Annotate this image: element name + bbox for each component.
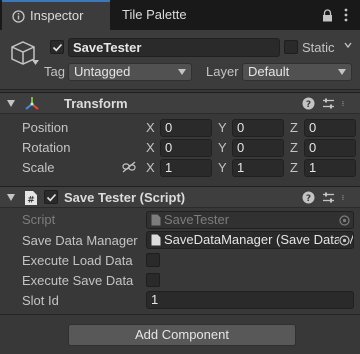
info-icon xyxy=(12,10,25,23)
object-picker-icon xyxy=(339,215,350,226)
script-file-icon xyxy=(151,234,161,246)
position-z-label[interactable]: Z xyxy=(290,120,298,135)
transform-icon xyxy=(25,97,39,110)
rotation-y-label[interactable]: Y xyxy=(218,140,227,155)
slot-id-label: Slot Id xyxy=(22,293,59,308)
scale-x-label[interactable]: X xyxy=(146,160,155,175)
execute-save-label: Execute Save Data xyxy=(22,273,134,288)
execute-save-checkbox[interactable] xyxy=(146,273,160,287)
tab-inspector[interactable]: Inspector xyxy=(2,0,110,30)
script-label: Script xyxy=(22,212,56,227)
object-picker-icon[interactable] xyxy=(339,235,350,246)
presets-icon[interactable] xyxy=(322,97,335,110)
slot-id-field[interactable]: 1 xyxy=(146,291,354,309)
presets-icon[interactable] xyxy=(322,191,335,204)
position-label: Position xyxy=(22,120,69,135)
scale-label: Scale xyxy=(22,160,55,175)
help-icon[interactable]: ? xyxy=(302,97,315,110)
tag-dropdown[interactable]: Untagged xyxy=(68,63,192,81)
help-icon[interactable]: ? xyxy=(302,191,315,204)
scale-y-label[interactable]: Y xyxy=(218,160,227,175)
scale-z-field[interactable]: 1 xyxy=(304,159,356,177)
script-file-icon xyxy=(151,214,161,226)
scale-y-field[interactable]: 1 xyxy=(232,159,284,177)
gameobject-name-field[interactable]: SaveTester xyxy=(68,38,280,57)
execute-load-checkbox[interactable] xyxy=(146,253,160,267)
position-y-label[interactable]: Y xyxy=(218,120,227,135)
transform-header[interactable]: Transform ? xyxy=(0,92,360,114)
save-data-manager-label: Save Data Manager xyxy=(22,233,138,248)
position-z-field[interactable]: 0 xyxy=(304,119,356,137)
more-options-icon[interactable] xyxy=(342,191,347,204)
script-field: SaveTester xyxy=(146,211,354,229)
foldout-arrow-icon[interactable] xyxy=(7,100,15,107)
active-checkbox[interactable] xyxy=(50,40,64,54)
svg-text:?: ? xyxy=(306,194,311,204)
save-data-manager-field[interactable]: SaveDataManager (Save Data M xyxy=(146,231,354,249)
svg-text:#: # xyxy=(27,196,35,206)
add-component-button[interactable]: Add Component xyxy=(68,324,296,346)
tab-inspector-label: Inspector xyxy=(30,8,84,23)
tab-tile-palette-label: Tile Palette xyxy=(122,7,187,22)
position-x-field[interactable]: 0 xyxy=(160,119,212,137)
scale-z-label[interactable]: Z xyxy=(290,160,298,175)
csharp-script-icon: # xyxy=(25,191,37,206)
save-data-manager-value: SaveDataManager (Save Data M xyxy=(164,232,354,247)
lock-icon[interactable] xyxy=(322,9,333,22)
chevron-down-icon xyxy=(178,69,186,75)
static-checkbox[interactable] xyxy=(284,40,298,54)
execute-load-label: Execute Load Data xyxy=(22,253,133,268)
gameobject-header: SaveTester Static Tag Untagged Layer Def… xyxy=(0,30,360,90)
rotation-x-label[interactable]: X xyxy=(146,140,155,155)
layer-dropdown[interactable]: Default xyxy=(242,63,352,81)
rotation-label: Rotation xyxy=(22,140,71,155)
more-options-icon[interactable] xyxy=(344,8,348,22)
svg-text:?: ? xyxy=(306,100,311,110)
position-y-field[interactable]: 0 xyxy=(232,119,284,137)
chevron-down-icon xyxy=(338,69,346,75)
more-options-icon[interactable] xyxy=(342,97,347,110)
tab-bar: Inspector Tile Palette xyxy=(0,0,360,30)
scale-x-field[interactable]: 1 xyxy=(160,159,212,177)
tag-label: Tag xyxy=(44,64,65,79)
icon-dropdown-icon[interactable] xyxy=(32,60,39,65)
layer-value: Default xyxy=(248,64,290,79)
tag-value: Untagged xyxy=(74,64,131,79)
rotation-y-field[interactable]: 0 xyxy=(232,139,284,157)
script-enabled-checkbox[interactable] xyxy=(44,190,58,204)
save-tester-header[interactable]: # Save Tester (Script) ? xyxy=(0,186,360,208)
layer-label: Layer xyxy=(206,64,239,79)
transform-title: Transform xyxy=(64,96,128,111)
constrain-proportions-icon[interactable] xyxy=(122,161,136,173)
static-label: Static xyxy=(302,40,335,55)
tab-tile-palette[interactable]: Tile Palette xyxy=(122,0,187,30)
static-dropdown-icon[interactable] xyxy=(344,41,352,49)
rotation-x-field[interactable]: 0 xyxy=(160,139,212,157)
script-value: SaveTester xyxy=(164,212,230,227)
rotation-z-field[interactable]: 0 xyxy=(304,139,356,157)
save-tester-title: Save Tester (Script) xyxy=(64,190,186,205)
position-x-label[interactable]: X xyxy=(146,120,155,135)
rotation-z-label[interactable]: Z xyxy=(290,140,298,155)
foldout-arrow-icon[interactable] xyxy=(7,194,15,201)
